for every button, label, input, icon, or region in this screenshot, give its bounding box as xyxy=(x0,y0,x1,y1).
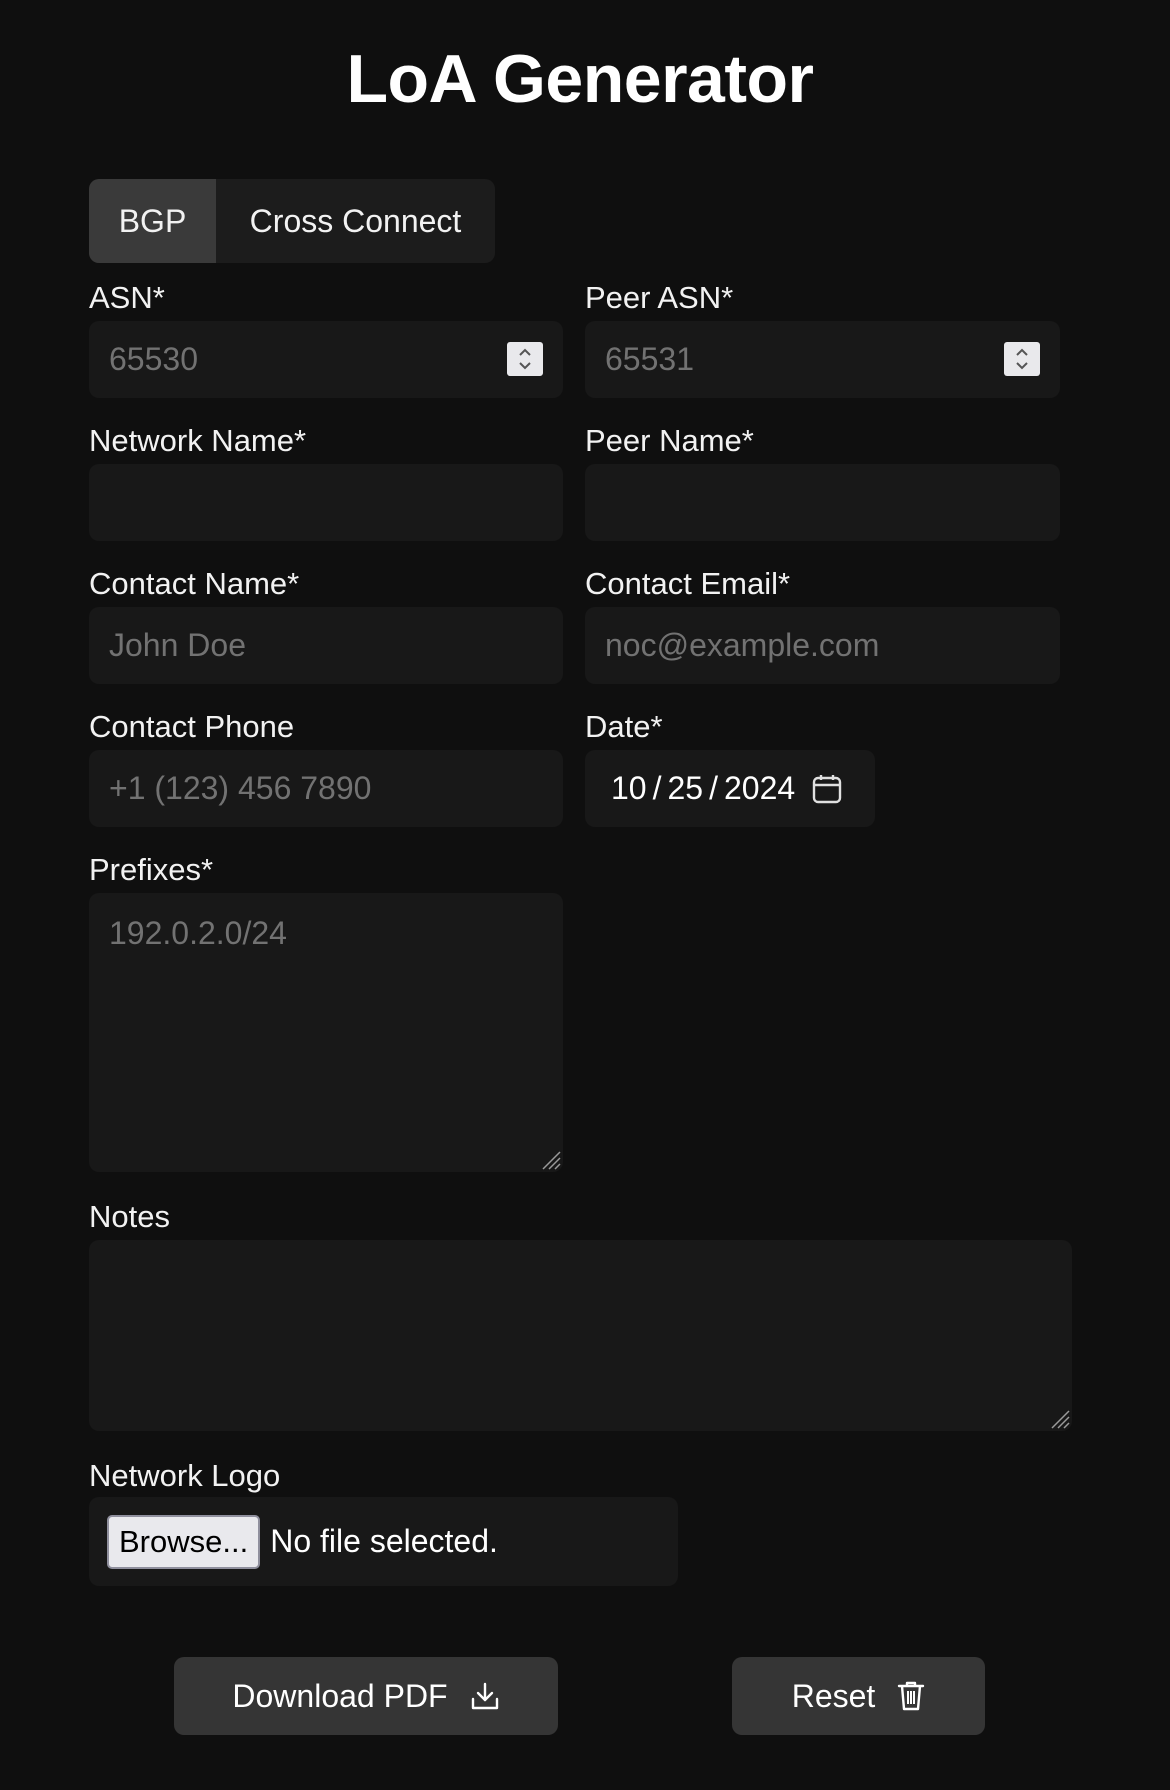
browse-button[interactable]: Browse... xyxy=(107,1514,261,1569)
date-separator: / xyxy=(652,770,662,806)
contact-name-placeholder: John Doe xyxy=(109,627,246,663)
network-name-label: Network Name* xyxy=(89,423,307,458)
asn-stepper[interactable] xyxy=(507,342,543,376)
contact-email-placeholder: noc@example.com xyxy=(605,627,880,663)
date-label: Date* xyxy=(585,709,663,744)
peer-asn-placeholder: 65531 xyxy=(605,341,694,377)
download-pdf-label: Download PDF xyxy=(232,1677,448,1714)
prefixes-placeholder: 192.0.2.0/24 xyxy=(109,915,287,951)
date-input[interactable]: 10 / 25 / 2024 xyxy=(585,750,875,827)
asn-input[interactable]: 65530 xyxy=(89,321,563,398)
prefixes-textarea[interactable]: 192.0.2.0/24 xyxy=(89,893,563,1172)
network-logo-file-input[interactable]: Browse... No file selected. xyxy=(89,1497,678,1586)
calendar-icon[interactable] xyxy=(811,773,843,805)
page-title: LoA Generator xyxy=(346,41,814,117)
tab-cross-connect[interactable]: Cross Connect xyxy=(216,179,495,263)
stepper-chevrons-icon xyxy=(1016,348,1028,370)
notes-textarea[interactable] xyxy=(89,1240,1072,1431)
stepper-chevrons-icon xyxy=(519,348,531,370)
peer-name-input[interactable] xyxy=(585,464,1060,541)
reset-button[interactable]: Reset xyxy=(732,1657,985,1735)
tab-bgp[interactable]: BGP xyxy=(89,179,216,263)
contact-phone-input[interactable]: +1 (123) 456 7890 xyxy=(89,750,563,827)
network-name-input[interactable] xyxy=(89,464,563,541)
prefixes-label: Prefixes* xyxy=(89,852,214,887)
trash-icon xyxy=(898,1681,925,1711)
resize-handle-icon[interactable] xyxy=(539,1148,561,1170)
asn-placeholder: 65530 xyxy=(109,341,198,377)
download-pdf-button[interactable]: Download PDF xyxy=(174,1657,558,1735)
peer-asn-input[interactable]: 65531 xyxy=(585,321,1060,398)
resize-handle-icon[interactable] xyxy=(1048,1407,1070,1429)
peer-asn-stepper[interactable] xyxy=(1004,342,1040,376)
network-logo-label: Network Logo xyxy=(89,1458,281,1493)
date-month[interactable]: 10 xyxy=(611,770,647,807)
reset-label: Reset xyxy=(791,1677,876,1714)
asn-label: ASN* xyxy=(89,280,165,315)
peer-asn-label: Peer ASN* xyxy=(585,280,734,315)
contact-phone-label: Contact Phone xyxy=(89,709,295,744)
contact-name-input[interactable]: John Doe xyxy=(89,607,563,684)
loa-generator-page: LoA Generator BGP Cross Connect ASN* 655… xyxy=(0,0,1170,1790)
file-status-text: No file selected. xyxy=(270,1523,498,1559)
contact-email-label: Contact Email* xyxy=(585,566,791,601)
contact-email-input[interactable]: noc@example.com xyxy=(585,607,1060,684)
date-separator: / xyxy=(709,770,718,806)
contact-phone-placeholder: +1 (123) 456 7890 xyxy=(109,770,372,806)
date-value: 10 / 25 / 2024 xyxy=(605,770,843,807)
mode-tabs: BGP Cross Connect xyxy=(89,179,495,263)
download-icon xyxy=(471,1682,498,1710)
contact-name-label: Contact Name* xyxy=(89,566,300,601)
date-year[interactable]: 2024 xyxy=(724,770,795,807)
peer-name-label: Peer Name* xyxy=(585,423,754,458)
date-day[interactable]: 25 xyxy=(667,770,703,807)
notes-label: Notes xyxy=(89,1199,170,1234)
